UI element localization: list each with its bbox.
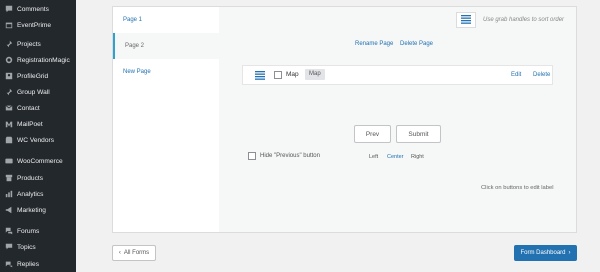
form-dashboard-button[interactable]: Form Dashboard ›: [514, 245, 577, 261]
forums-icon: [4, 227, 13, 236]
page-tab-2[interactable]: Page 2: [113, 33, 219, 59]
page-tab-1[interactable]: Page 1: [113, 7, 219, 33]
megaphone-icon: [4, 206, 13, 215]
sort-handle-button[interactable]: [456, 12, 476, 28]
sidebar-item-label: Projects: [17, 40, 41, 48]
sidebar-item-group-wall[interactable]: Group Wall: [0, 85, 76, 99]
chevron-right-icon: ›: [568, 250, 571, 256]
sidebar-item-topics[interactable]: Topics: [0, 240, 76, 254]
sidebar-item-label: MailPoet: [17, 120, 43, 128]
sidebar-item-comments[interactable]: Comments: [0, 2, 76, 16]
profile-icon: [4, 72, 13, 81]
calendar-icon: [4, 21, 13, 30]
mail-icon: [4, 104, 13, 113]
chart-icon: [4, 190, 13, 199]
sidebar-item-label: Marketing: [17, 206, 46, 214]
all-forms-label: All Forms: [123, 250, 150, 256]
sidebar-item-marketing[interactable]: Marketing: [0, 203, 76, 217]
sidebar-item-analytics[interactable]: Analytics: [0, 187, 76, 201]
rename-page-link[interactable]: Rename Page: [355, 41, 393, 47]
field-label: Map: [286, 71, 299, 78]
hide-prev-label: Hide "Previous" button: [260, 153, 320, 159]
align-right-option[interactable]: Right: [411, 154, 424, 160]
field-select-checkbox[interactable]: [274, 71, 282, 79]
sidebar-item-label: Comments: [17, 5, 49, 13]
delete-page-link[interactable]: Delete Page: [400, 41, 433, 47]
pages-list: Page 1 Page 2 New Page: [113, 7, 219, 232]
magic-icon: [4, 56, 13, 65]
sidebar-item-label: ProfileGrid: [17, 72, 49, 80]
sidebar-item-label: Topics: [17, 243, 36, 251]
sidebar-item-eventprime[interactable]: EventPrime: [0, 18, 76, 32]
sidebar-item-label: Contact: [17, 104, 40, 112]
drag-handle-icon[interactable]: [255, 70, 265, 80]
sidebar-item-label: Replies: [17, 260, 39, 268]
form-dashboard-label: Form Dashboard: [520, 250, 566, 256]
form-builder-panel: Page 1 Page 2 New Page Use grab handles …: [112, 6, 577, 233]
sidebar-item-woocommerce[interactable]: WooCommerce: [0, 154, 76, 168]
chevron-left-icon: ‹: [118, 250, 121, 256]
sidebar-item-label: EventPrime: [17, 21, 52, 29]
field-type-badge: Map: [305, 69, 325, 80]
sort-hint-text: Use grab handles to sort order: [483, 17, 565, 23]
sidebar-item-label: WC Vendors: [17, 136, 55, 144]
sort-icon: [461, 14, 471, 26]
align-left-option[interactable]: Left: [369, 154, 378, 160]
store-icon: [4, 136, 13, 145]
pin-icon: [4, 40, 13, 49]
sidebar-item-wc-vendors[interactable]: WC Vendors: [0, 133, 76, 147]
prev-button[interactable]: Prev: [354, 125, 391, 143]
archive-icon: [4, 174, 13, 183]
sidebar-item-registrationmagic[interactable]: RegistrationMagic: [0, 53, 76, 67]
replies-icon: [4, 260, 13, 269]
sidebar-item-contact[interactable]: Contact: [0, 101, 76, 115]
sidebar-item-label: Forums: [17, 227, 40, 235]
sidebar-item-label: RegistrationMagic: [17, 56, 70, 64]
sidebar-item-forums[interactable]: Forums: [0, 224, 76, 238]
field-delete-link[interactable]: Delete: [533, 72, 550, 78]
sidebar-item-label: WooCommerce: [17, 157, 63, 165]
field-row: Map Map Edit Delete: [242, 65, 553, 85]
new-page-link[interactable]: New Page: [113, 59, 219, 85]
sidebar-item-profilegrid[interactable]: ProfileGrid: [0, 69, 76, 83]
pin-icon: [4, 88, 13, 97]
hide-prev-checkbox[interactable]: [248, 152, 256, 160]
sidebar-item-mailpoet[interactable]: MailPoet: [0, 117, 76, 131]
sidebar-item-label: Group Wall: [17, 88, 50, 96]
mailpoet-icon: [4, 120, 13, 129]
field-edit-link[interactable]: Edit: [511, 72, 521, 78]
sidebar-item-label: Analytics: [17, 190, 44, 198]
admin-sidebar: Comments EventPrime Projects Registratio…: [0, 0, 76, 272]
align-center-option[interactable]: Center: [387, 154, 404, 160]
topics-icon: [4, 243, 13, 252]
all-forms-button[interactable]: ‹ All Forms: [112, 245, 156, 261]
sidebar-item-label: Products: [17, 174, 44, 182]
submit-button[interactable]: Submit: [396, 125, 441, 143]
comment-icon: [4, 5, 13, 14]
sidebar-item-projects[interactable]: Projects: [0, 37, 76, 51]
hide-prev-option[interactable]: Hide "Previous" button: [248, 152, 320, 160]
sidebar-item-replies[interactable]: Replies: [0, 257, 76, 271]
woo-icon: [4, 157, 13, 166]
sidebar-item-products[interactable]: Products: [0, 171, 76, 185]
edit-hint-text: Click on buttons to edit label: [481, 185, 554, 191]
